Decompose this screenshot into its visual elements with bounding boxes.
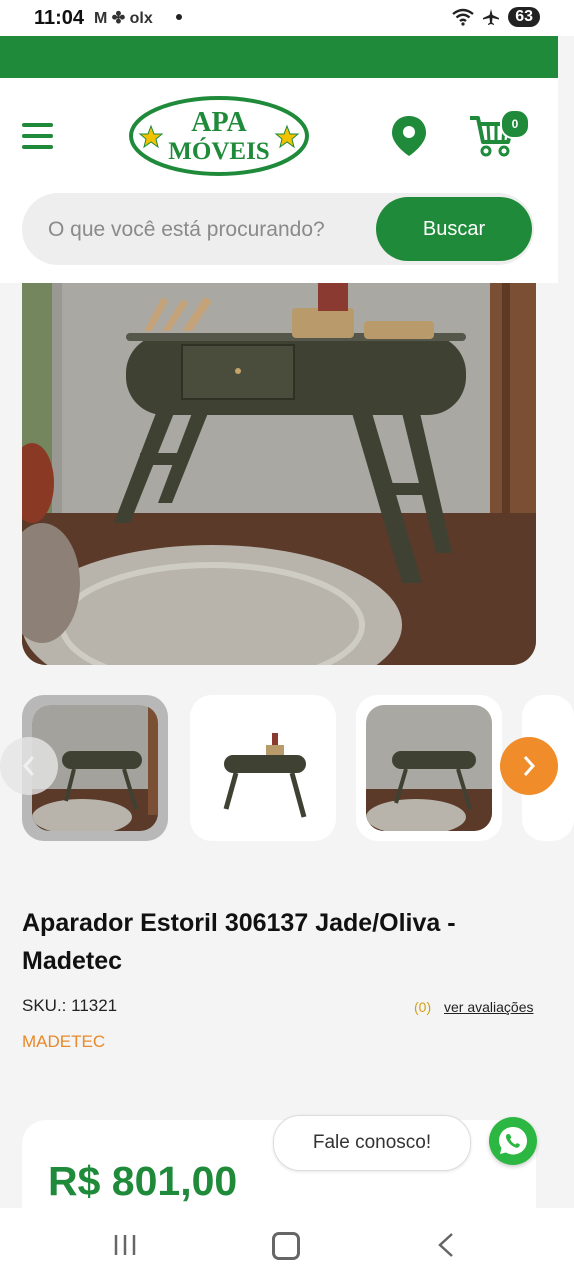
- logo-text-top: APA: [191, 107, 247, 138]
- airplane-icon: [483, 9, 500, 25]
- product-price: R$ 801,00: [48, 1158, 238, 1204]
- notification-icons: M ✤ olx: [94, 10, 153, 27]
- menu-icon[interactable]: [22, 123, 53, 149]
- whatsapp-icon: [499, 1127, 527, 1155]
- chevron-right-icon: [523, 756, 536, 776]
- battery-indicator: 63: [508, 7, 540, 27]
- recent-apps-icon[interactable]: [113, 1233, 137, 1257]
- search-input[interactable]: [46, 193, 380, 267]
- search-button[interactable]: Buscar: [376, 197, 532, 261]
- carousel-next-button[interactable]: [500, 737, 558, 795]
- thumbnail-3[interactable]: [356, 695, 502, 841]
- product-sku: SKU.: 11321: [22, 996, 118, 1015]
- chevron-left-icon: [22, 756, 35, 776]
- product-main-image[interactable]: [22, 283, 536, 665]
- home-icon[interactable]: [272, 1232, 300, 1260]
- promo-bar: [0, 36, 558, 78]
- product-title: Aparador Estoril 306137 Jade/Oliva - Mad…: [22, 909, 456, 975]
- thumbnail-carousel: [0, 695, 574, 845]
- status-right: 63: [452, 7, 540, 27]
- contact-us-bubble[interactable]: Fale conosco!: [273, 1115, 471, 1171]
- thumbnail-2-image: [200, 705, 326, 831]
- see-reviews-link[interactable]: ver avaliações: [444, 999, 534, 1015]
- notification-dot-icon: [176, 14, 182, 20]
- status-time: 11:04: [34, 7, 85, 29]
- thumbnail-3-image: [366, 705, 492, 831]
- back-icon[interactable]: [436, 1232, 456, 1258]
- status-bar: 11:04 M ✤ olx 63: [0, 0, 574, 36]
- apa-moveis-logo[interactable]: APA MÓVEIS: [129, 96, 309, 176]
- logo-text-bottom: MÓVEIS: [168, 137, 269, 165]
- cart-count-badge: 0: [500, 109, 530, 139]
- reviews-count: (0): [414, 999, 432, 1015]
- thumbnail-2[interactable]: [190, 695, 336, 841]
- product-brand[interactable]: MADETEC: [22, 1032, 105, 1052]
- carousel-prev-button[interactable]: [0, 737, 58, 795]
- wifi-icon: [452, 8, 474, 26]
- location-pin-icon[interactable]: [390, 114, 428, 158]
- search-bar: Buscar: [22, 193, 534, 267]
- whatsapp-button[interactable]: [489, 1117, 537, 1165]
